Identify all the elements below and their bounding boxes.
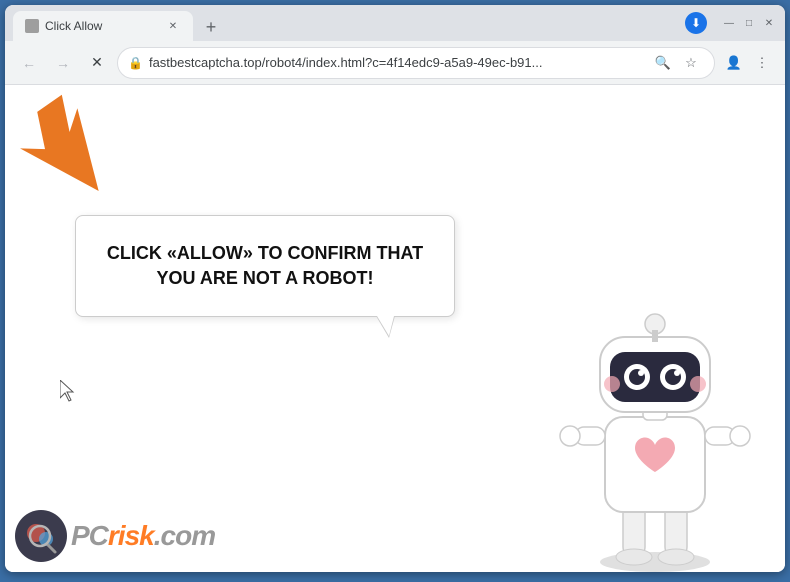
url-display: fastbestcaptcha.top/robot4/index.html?c=… bbox=[149, 55, 644, 70]
close-button[interactable]: ✕ bbox=[761, 15, 777, 31]
new-tab-button[interactable]: + bbox=[197, 13, 225, 41]
tab-title: Click Allow bbox=[45, 19, 159, 33]
pcrisk-risk: risk bbox=[108, 520, 154, 551]
active-tab[interactable]: Click Allow ✕ bbox=[13, 11, 193, 41]
menu-button[interactable]: ⋮ bbox=[749, 50, 775, 76]
lock-icon: 🔒 bbox=[128, 56, 143, 70]
mouse-cursor bbox=[60, 380, 76, 402]
arrow-indicator bbox=[15, 90, 125, 210]
pcrisk-watermark: PCrisk.com bbox=[15, 510, 215, 562]
page-content: CLICK «ALLOW» TO CONFIRM THAT YOU ARE NO… bbox=[5, 85, 785, 572]
minimize-button[interactable]: — bbox=[721, 15, 737, 31]
captcha-dialog: CLICK «ALLOW» TO CONFIRM THAT YOU ARE NO… bbox=[75, 215, 455, 317]
pcrisk-text-label: PCrisk.com bbox=[71, 520, 215, 552]
back-button[interactable]: ← bbox=[15, 49, 43, 77]
tab-favicon bbox=[25, 19, 39, 33]
profile-button[interactable]: 👤 bbox=[721, 50, 747, 76]
pcrisk-logo bbox=[15, 510, 67, 562]
robot-illustration bbox=[555, 262, 755, 572]
tab-area: Click Allow ✕ + bbox=[13, 5, 675, 41]
toolbar-right: 👤 ⋮ bbox=[721, 50, 775, 76]
pcrisk-domain: .com bbox=[154, 520, 215, 551]
captcha-message: CLICK «ALLOW» TO CONFIRM THAT YOU ARE NO… bbox=[106, 241, 424, 291]
reload-button[interactable]: ✕ bbox=[83, 49, 111, 77]
search-button[interactable]: 🔍 bbox=[650, 50, 676, 76]
tab-close-button[interactable]: ✕ bbox=[165, 18, 181, 34]
address-bar[interactable]: 🔒 fastbestcaptcha.top/robot4/index.html?… bbox=[117, 47, 715, 79]
download-icon: ⬇ bbox=[685, 12, 707, 34]
pcrisk-pc: PC bbox=[71, 520, 108, 551]
browser-window: Click Allow ✕ + ⬇ — □ ✕ ← → ✕ 🔒 fastbest… bbox=[5, 5, 785, 572]
maximize-button[interactable]: □ bbox=[741, 15, 757, 31]
address-actions: 🔍 ☆ bbox=[650, 50, 704, 76]
window-controls: — □ ✕ bbox=[721, 15, 777, 31]
toolbar: ← → ✕ 🔒 fastbestcaptcha.top/robot4/index… bbox=[5, 41, 785, 85]
title-bar: Click Allow ✕ + ⬇ — □ ✕ bbox=[5, 5, 785, 41]
forward-button[interactable]: → bbox=[49, 49, 77, 77]
bookmark-button[interactable]: ☆ bbox=[678, 50, 704, 76]
